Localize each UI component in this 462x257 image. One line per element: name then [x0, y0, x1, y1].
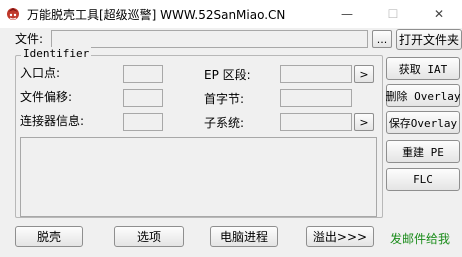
subsystem-more-button[interactable]: >	[354, 113, 374, 131]
open-folder-button[interactable]: 打开文件夹	[396, 29, 462, 50]
window-title: 万能脱壳工具[超级巡警] WWW.52SanMiao.CN	[27, 8, 286, 22]
minimize-button[interactable]: —	[324, 0, 370, 28]
close-button[interactable]: ✕	[416, 0, 462, 28]
options-button[interactable]: 选项	[114, 226, 184, 247]
first-byte-label: 首字节:	[204, 92, 245, 106]
subsystem-label: 子系统:	[204, 116, 245, 130]
ep-section-field[interactable]	[280, 65, 352, 83]
email-me-link[interactable]: 发邮件给我	[390, 230, 450, 247]
linker-info-field[interactable]	[123, 113, 163, 131]
overflow-button[interactable]: 溢出>>>	[306, 226, 374, 247]
ep-section-more-button[interactable]: >	[354, 65, 374, 83]
save-overlay-button[interactable]: 保存Overlay	[386, 111, 460, 134]
file-path-field[interactable]	[51, 30, 368, 48]
entry-point-field[interactable]	[123, 65, 163, 83]
file-offset-field[interactable]	[123, 89, 163, 107]
linker-info-label: 连接器信息:	[20, 114, 85, 128]
unpack-button[interactable]: 脱壳	[15, 226, 83, 247]
first-byte-field[interactable]	[280, 89, 352, 107]
maximize-button[interactable]: ☐	[370, 0, 416, 28]
get-iat-button[interactable]: 获取 IAT	[386, 57, 460, 80]
ep-section-label: EP 区段:	[204, 68, 251, 82]
entry-point-label: 入口点:	[20, 66, 61, 80]
file-offset-label: 文件偏移:	[20, 90, 73, 104]
log-area[interactable]	[20, 137, 377, 217]
identifier-legend: Identifier	[21, 47, 92, 60]
file-label: 文件:	[15, 32, 44, 46]
browse-button[interactable]: ...	[372, 30, 392, 48]
rebuild-pe-button[interactable]: 重建 PE	[386, 140, 460, 163]
processes-button[interactable]: 电脑进程	[210, 226, 278, 247]
delete-overlay-button[interactable]: 删除 Overlay	[386, 84, 461, 107]
subsystem-field[interactable]	[280, 113, 352, 131]
flc-button[interactable]: FLC	[386, 168, 460, 191]
app-icon	[5, 6, 21, 22]
